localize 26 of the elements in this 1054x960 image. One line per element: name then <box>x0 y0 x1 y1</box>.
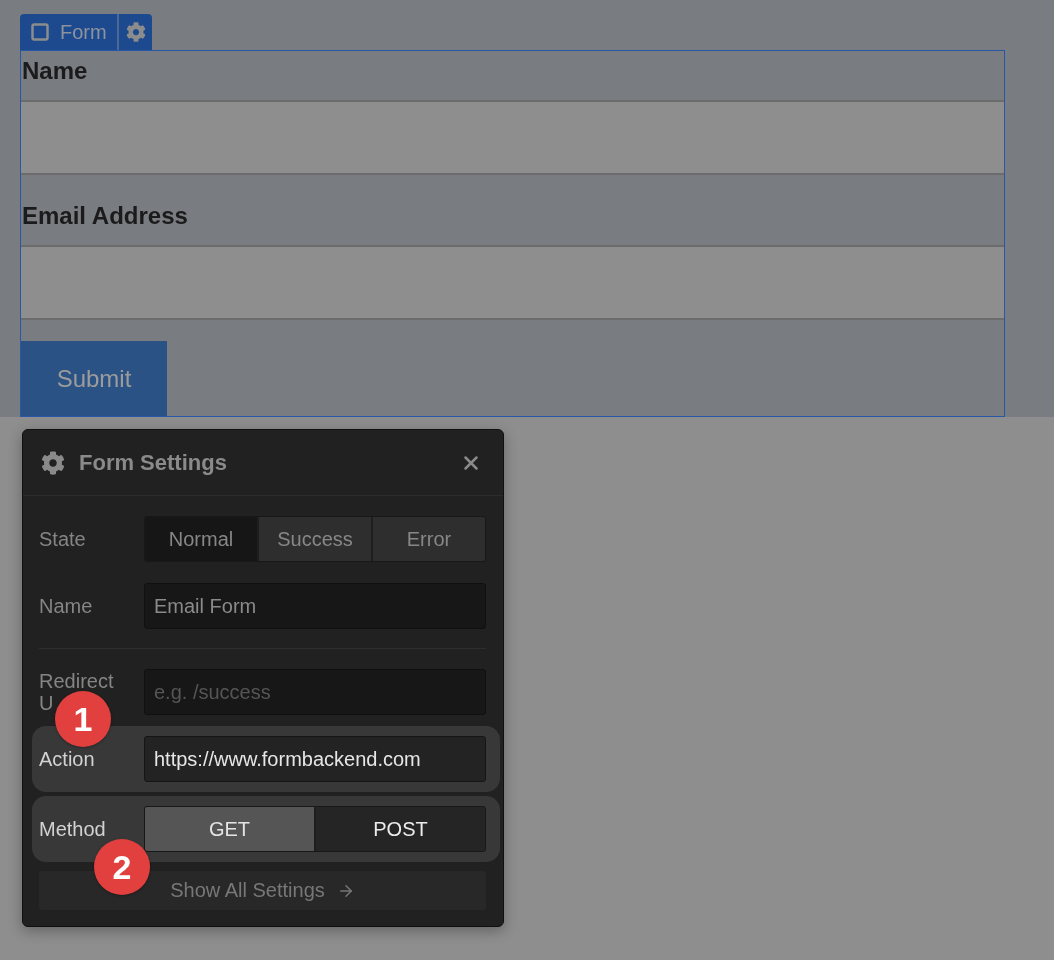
field-label: Name <box>39 595 93 617</box>
text-input-field[interactable]: https://www.formbackend.com <box>144 736 486 782</box>
text-input-field[interactable]: e.g. /success <box>144 669 486 715</box>
settings-icon[interactable] <box>125 22 146 42</box>
segment-option[interactable]: POST <box>316 807 485 851</box>
field-label: Email Address <box>21 201 189 231</box>
number-badge: 1 <box>55 691 111 747</box>
segment-option[interactable]: Error <box>373 517 485 561</box>
checkbox-icon <box>30 22 50 42</box>
settings-icon <box>41 450 65 475</box>
field-label: Action <box>39 748 95 770</box>
segment-option[interactable]: Normal <box>145 517 257 561</box>
field-label: Method <box>39 818 106 840</box>
text-input-field[interactable]: Email Form <box>144 583 486 629</box>
segment-option[interactable]: Success <box>259 517 371 561</box>
segment-option[interactable]: GET <box>145 807 314 851</box>
field-label: Redirect <box>39 670 114 692</box>
field-label: U <box>39 692 54 714</box>
text-input-field[interactable] <box>21 100 1004 175</box>
element-label: Form <box>60 20 107 44</box>
field-label: Name <box>21 56 89 86</box>
field-label: State <box>39 528 86 550</box>
text-input-field[interactable] <box>21 245 1004 320</box>
element-tag[interactable]: Form <box>20 14 152 50</box>
submit-button[interactable]: Submit <box>21 341 167 416</box>
panel-title: Form Settings <box>79 449 228 476</box>
